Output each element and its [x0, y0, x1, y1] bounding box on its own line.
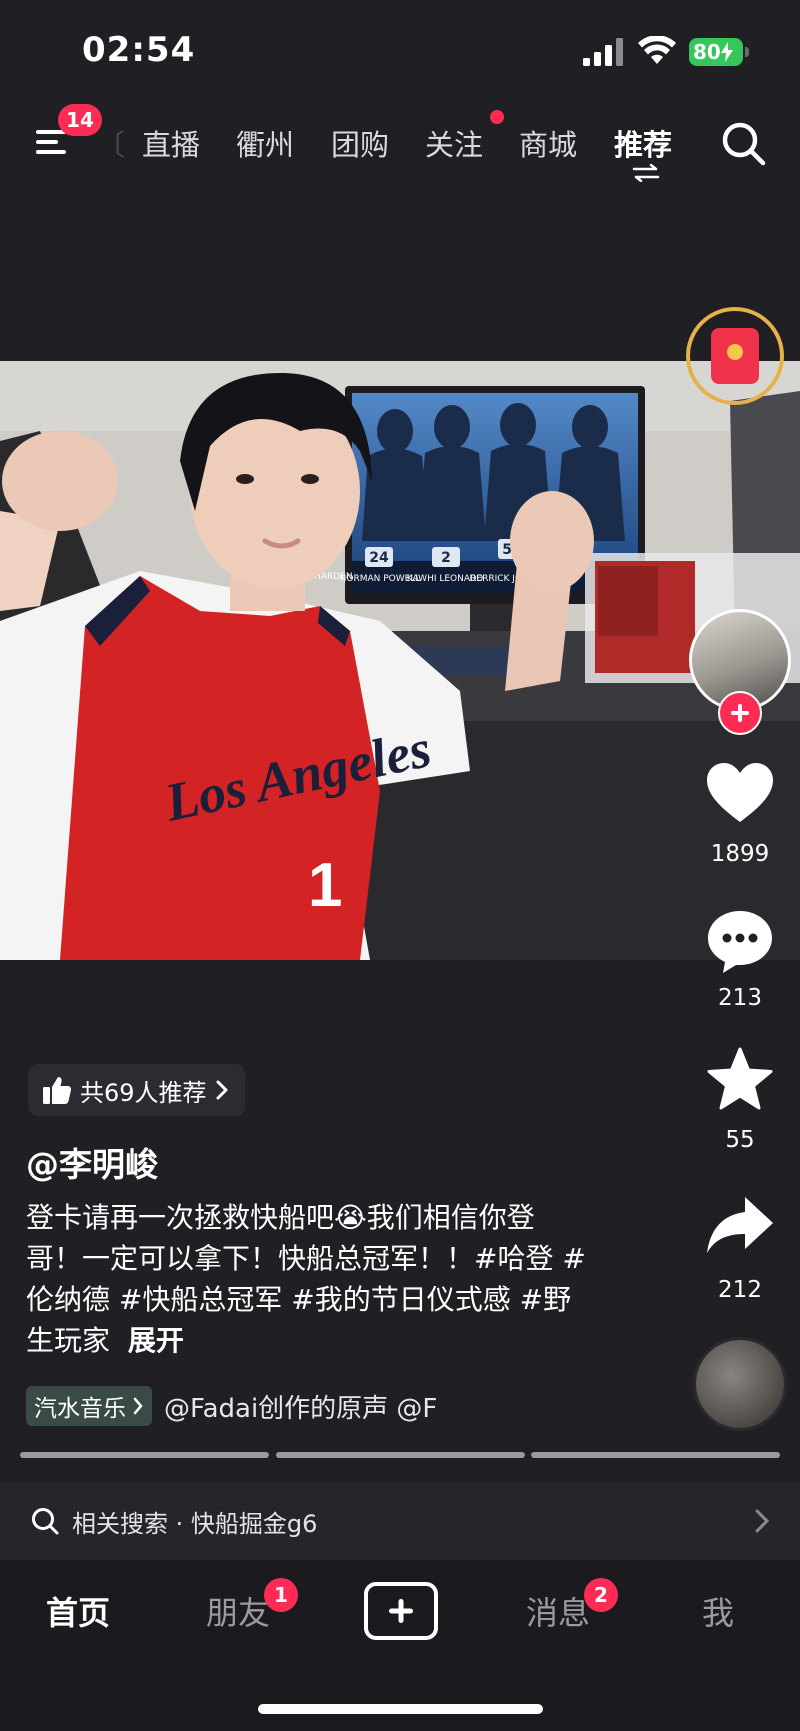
- music-row[interactable]: 汽水音乐 @Fadai创作的原声 @F: [26, 1386, 492, 1426]
- nav-tab-local[interactable]: 衢州: [236, 122, 294, 164]
- video-player[interactable]: JAMES HARDEN NORMAN POWELL KAWHI LEONARD…: [0, 361, 800, 960]
- caption-line-4: 生玩家: [26, 1324, 111, 1357]
- plus-icon: [389, 1599, 413, 1623]
- tab-messages[interactable]: 消息: [526, 1588, 590, 1634]
- comment-count: 213: [718, 985, 762, 1011]
- progress-segment-3: [531, 1452, 780, 1458]
- plus-icon: [731, 704, 749, 722]
- nav-tab-live[interactable]: 直播: [142, 122, 200, 164]
- video-caption[interactable]: 登卡请再一次拯救快船吧😭我们相信你登 哥！一定可以拿下！快船总冠军！！#哈登 #…: [26, 1197, 626, 1361]
- progress-segment-1: [20, 1452, 269, 1458]
- like-count: 1899: [710, 841, 770, 867]
- player-number-0: 24: [369, 550, 389, 566]
- player-number-1: 2: [441, 550, 451, 566]
- chevron-right-icon: [133, 1397, 143, 1415]
- music-disc[interactable]: [693, 1337, 787, 1431]
- caption-line-3: 伦纳德 #快船总冠军 #我的节日仪式感 #野: [26, 1283, 572, 1316]
- top-navigation: 14 〔 直播 衢州 团购 关注 商城 推荐: [0, 100, 800, 190]
- follow-button[interactable]: [718, 691, 762, 735]
- heart-icon[interactable]: [705, 760, 775, 830]
- tab-me[interactable]: 我: [702, 1588, 734, 1634]
- related-search-label: 相关搜索 · 快船掘金g6: [72, 1509, 318, 1538]
- thumbs-up-icon: [43, 1077, 72, 1104]
- charging-bolt-icon: [720, 42, 733, 62]
- nav-tab-partial[interactable]: 〔: [96, 122, 125, 164]
- search-icon[interactable]: [720, 120, 766, 166]
- nav-tab-mall[interactable]: 商城: [519, 122, 577, 164]
- caption-line-1: 登卡请再一次拯救快船吧😭我们相信你登: [26, 1201, 535, 1234]
- wifi-icon: [638, 36, 676, 64]
- chevron-right-icon: [216, 1080, 228, 1100]
- red-packet-icon: [711, 328, 759, 384]
- cellular-signal-icon: [583, 38, 623, 66]
- share-count: 212: [718, 1277, 762, 1303]
- music-app-chip[interactable]: 汽水音乐: [26, 1386, 152, 1426]
- progress-segment-2: [276, 1452, 525, 1458]
- battery-cap: [745, 47, 749, 57]
- comment-icon[interactable]: [705, 907, 775, 977]
- author-name[interactable]: @李明峻: [26, 1138, 158, 1186]
- messages-badge: 2: [584, 1578, 618, 1612]
- caption-line-2: 哥！一定可以拿下！快船总冠军！！#哈登 #: [26, 1242, 586, 1275]
- following-unread-dot: [490, 110, 504, 124]
- status-bar: 02:54 80: [0, 0, 800, 100]
- friends-badge: 1: [264, 1578, 298, 1612]
- recommend-label: 共69人推荐: [80, 1078, 207, 1107]
- related-search-bar[interactable]: 相关搜索 · 快船掘金g6: [0, 1482, 800, 1560]
- video-frame-illustration: JAMES HARDEN NORMAN POWELL KAWHI LEONARD…: [0, 361, 800, 960]
- nav-tab-group-buy[interactable]: 团购: [331, 122, 389, 164]
- search-icon: [32, 1508, 59, 1535]
- favorite-count: 55: [725, 1127, 755, 1153]
- tab-friends[interactable]: 朋友: [206, 1588, 270, 1634]
- music-app-label: 汽水音乐: [34, 1396, 126, 1422]
- nav-tab-following[interactable]: 关注: [425, 122, 483, 164]
- status-time: 02:54: [82, 30, 196, 70]
- jersey-number: 1: [308, 851, 342, 920]
- nav-tab-recommend[interactable]: 推荐: [614, 122, 672, 164]
- chevron-right-icon: [755, 1509, 770, 1533]
- share-arrow-icon[interactable]: [705, 1191, 775, 1261]
- create-button[interactable]: [364, 1582, 438, 1640]
- music-title: @Fadai创作的原声 @F: [164, 1393, 438, 1424]
- favorite-star-icon[interactable]: [705, 1046, 775, 1116]
- battery-level: 80: [693, 40, 721, 64]
- tab-home[interactable]: 首页: [46, 1588, 110, 1634]
- expand-caption-button[interactable]: 展开: [128, 1324, 184, 1357]
- switch-arrows-icon[interactable]: [632, 164, 660, 182]
- battery-indicator: 80: [689, 38, 743, 66]
- recommend-chip[interactable]: 共69人推荐: [28, 1064, 245, 1116]
- home-indicator[interactable]: [258, 1704, 543, 1714]
- red-packet-button[interactable]: [686, 307, 784, 405]
